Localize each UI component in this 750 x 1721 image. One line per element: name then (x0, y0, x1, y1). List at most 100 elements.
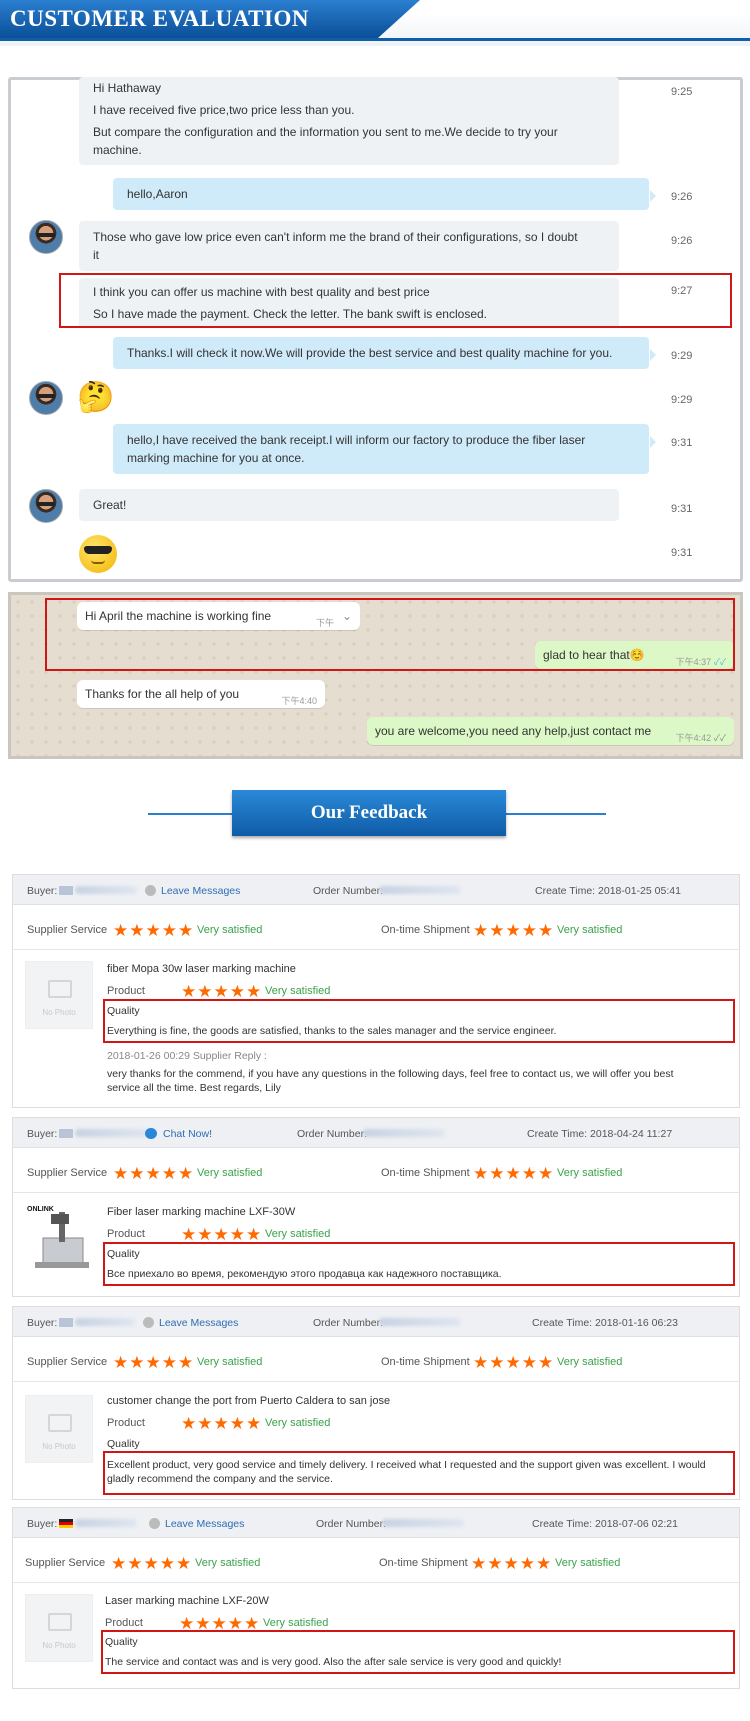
no-photo-placeholder: No Photo (25, 1395, 93, 1463)
product-label: Product (107, 985, 145, 997)
supplier-service-label: Supplier Service (27, 924, 108, 936)
satisfaction-text: Very satisfied (197, 1167, 263, 1179)
product-name: customer change the port from Puerto Cal… (107, 1395, 391, 1407)
product-name: Laser marking machine LXF-20W (105, 1595, 269, 1607)
message-icon[interactable] (149, 1518, 160, 1529)
whatsapp-panel: Hi April the machine is working fine 下午 … (8, 592, 743, 759)
rating-stars: ★★★★★ (473, 921, 555, 940)
order-number-label: Order Number: (316, 1518, 387, 1530)
buyer-label: Buyer: (27, 1128, 58, 1140)
image-icon (48, 980, 72, 998)
leave-messages-link[interactable]: Leave Messages (165, 1518, 244, 1530)
flag-icon (59, 1129, 73, 1138)
highlight-box (45, 598, 735, 671)
product-label: Product (107, 1417, 145, 1429)
leave-messages-link[interactable]: Leave Messages (159, 1317, 238, 1329)
create-time-label: Create Time: (532, 1518, 593, 1530)
rating-stars: ★★★★★ (113, 1353, 195, 1372)
page-header: CUSTOMER EVALUATION (0, 0, 750, 46)
chat-message: Those who gave low price even can't info… (79, 221, 619, 271)
shipment-label: On-time Shipment (381, 1167, 470, 1179)
create-time-value: 2018-04-24 11:27 (590, 1128, 673, 1140)
rating-stars: ★★★★★ (113, 1164, 195, 1183)
rating-stars: ★★★★★ (473, 1164, 555, 1183)
satisfaction-text: Very satisfied (265, 985, 331, 997)
quality-label: Quality (107, 1248, 140, 1260)
sunglasses-emoji-icon (79, 535, 117, 573)
avatar (29, 220, 63, 254)
quality-text: The service and contact was and is very … (105, 1656, 562, 1668)
shipment-label: On-time Shipment (379, 1557, 468, 1569)
create-time-value: 2018-01-25 05:41 (598, 885, 681, 897)
feedback-title: Our Feedback (232, 790, 506, 836)
order-number-label: Order Number: (313, 1317, 384, 1329)
chat-message: Great! (79, 489, 619, 521)
image-icon (48, 1414, 72, 1432)
rating-stars: ★★★★★ (181, 1414, 263, 1433)
review-card: Buyer: Leave Messages Order Number: Crea… (12, 874, 740, 1108)
satisfaction-text: Very satisfied (555, 1557, 621, 1569)
order-number-blurred (379, 886, 461, 894)
product-label: Product (105, 1617, 143, 1629)
buyer-label: Buyer: (27, 1317, 58, 1329)
product-name: Fiber laser marking machine LXF-30W (107, 1206, 296, 1218)
buyer-label: Buyer: (27, 885, 58, 897)
leave-messages-link[interactable]: Leave Messages (161, 885, 240, 897)
message-line: I have received five price,two price les… (93, 103, 355, 117)
avatar (29, 381, 63, 415)
satisfaction-text: Very satisfied (197, 1356, 263, 1368)
message-icon[interactable] (145, 885, 156, 896)
wa-message: you are welcome,you need any help,just c… (367, 717, 734, 745)
supplier-reply-header: 2018-01-26 00:29 Supplier Reply : (107, 1050, 267, 1062)
supplier-service-label: Supplier Service (27, 1356, 108, 1368)
product-label: Product (107, 1228, 145, 1240)
message-time: 9:31 (671, 503, 693, 515)
satisfaction-text: Very satisfied (197, 924, 263, 936)
create-time-label: Create Time: (532, 1317, 593, 1329)
wa-message-text: Thanks for the all help of you (85, 687, 240, 701)
thinking-emoji-icon: 🤔 (77, 381, 115, 414)
no-photo-placeholder: No Photo (25, 1594, 93, 1662)
rating-stars: ★★★★★ (471, 1554, 553, 1573)
divider (13, 949, 739, 950)
order-number-blurred (379, 1318, 461, 1326)
flag-icon (59, 1519, 73, 1528)
message-icon[interactable] (143, 1317, 154, 1328)
chat-icon[interactable] (145, 1128, 157, 1139)
wa-message-time: 下午4:42 (675, 733, 712, 743)
no-photo-text: No Photo (42, 1008, 76, 1017)
flag-icon (59, 1318, 73, 1327)
product-name: fiber Mopa 30w laser marking machine (107, 963, 296, 975)
wa-message: Thanks for the all help of you 下午4:40 (77, 680, 325, 708)
supplier-service-label: Supplier Service (27, 1167, 108, 1179)
chat-message: hello,Aaron (113, 178, 656, 210)
wa-message-time: 下午4:40 (281, 696, 317, 706)
chat-now-link[interactable]: Chat Now! (163, 1128, 212, 1140)
create-time-value: 2018-07-06 02:21 (595, 1518, 678, 1530)
header-line (0, 38, 750, 41)
page-title: CUSTOMER EVALUATION (10, 6, 309, 31)
divider (148, 813, 232, 815)
review-card: Buyer: Chat Now! Order Number: Create Ti… (12, 1117, 740, 1297)
image-icon (48, 1613, 72, 1631)
avatar (29, 489, 63, 523)
no-photo-text: No Photo (42, 1442, 76, 1451)
buyer-name-blurred (75, 886, 137, 894)
message-line: hello,Aaron (127, 187, 188, 201)
divider (13, 1192, 739, 1193)
review-card: Buyer: Leave Messages Order Number: Crea… (12, 1306, 740, 1500)
create-time-label: Create Time: (535, 885, 596, 897)
message-line: Hi Hathaway (93, 81, 162, 95)
flag-icon (59, 886, 73, 895)
divider (13, 1381, 739, 1382)
brand-logo-text: ONLINK (27, 1206, 54, 1213)
buyer-name-blurred (75, 1129, 153, 1137)
read-ticks-icon: ✓✓ (713, 733, 726, 743)
quality-text: Все приехало во время, рекомендую этого … (107, 1268, 502, 1280)
supplier-reply-text: very thanks for the commend, if you have… (107, 1068, 674, 1080)
message-line: Those who gave low price even can't info… (93, 230, 578, 244)
review-card: Buyer: Leave Messages Order Number: Crea… (12, 1507, 740, 1689)
buyer-name-blurred (75, 1318, 135, 1326)
order-number-blurred (363, 1129, 445, 1137)
chat-message: Thanks.I will check it now.We will provi… (113, 337, 656, 369)
